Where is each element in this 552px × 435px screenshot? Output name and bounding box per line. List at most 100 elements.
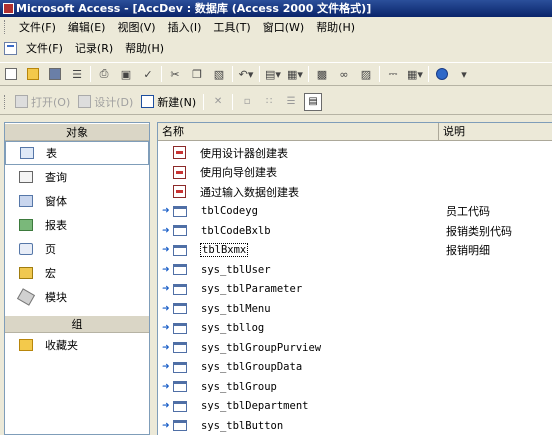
table-name: sys_tblParameter — [201, 283, 303, 296]
table-description: 报销明细 — [446, 244, 490, 258]
table-name: sys_tblButton — [201, 419, 284, 432]
menu-view[interactable]: 视图(V) — [111, 19, 161, 35]
object-label: 表 — [46, 147, 57, 160]
table-name: tblCodeBxlb — [201, 224, 271, 237]
print-icon[interactable]: ⎙ — [95, 65, 113, 83]
column-header-description[interactable]: 说明 — [439, 123, 552, 141]
menu-insert[interactable]: 插入(I) — [162, 19, 208, 35]
table-icon — [173, 303, 187, 315]
linked-table-arrow-icon: ➜ — [162, 401, 170, 412]
object-modules[interactable]: 模块 — [5, 285, 149, 309]
table-row[interactable]: ➜ sys_tblUser — [158, 260, 552, 280]
undo-icon[interactable]: ↶▾ — [237, 65, 255, 83]
toolbar-separator — [232, 93, 234, 110]
menu-edit[interactable]: 编辑(E) — [62, 19, 112, 35]
objects-header[interactable]: 对象 — [5, 123, 149, 141]
script-editor-icon[interactable]: ∞ — [335, 65, 353, 83]
spelling-icon[interactable]: ✓ — [139, 65, 157, 83]
design-icon — [78, 95, 92, 108]
print-preview-icon[interactable]: ▣ — [117, 65, 135, 83]
open-button-label: 打开(O) — [31, 95, 71, 109]
standard-toolbar: ☰ ⎙ ▣ ✓ ✂ ❐ ▧ ↶▾ ▤▾ ▦▾ ▩ ∞ ▨ ⎓ ▦▾ ▾ — [0, 62, 552, 86]
object-label: 页 — [45, 243, 56, 256]
table-row[interactable]: ➜ sys_tbllog — [158, 319, 552, 339]
object-pages[interactable]: 页 — [5, 237, 149, 261]
code-icon[interactable]: ▩ — [313, 65, 331, 83]
office-links-icon[interactable]: ▤▾ — [264, 65, 282, 83]
db-menu-help[interactable]: 帮助(H) — [119, 40, 170, 56]
table-row[interactable]: ➜ sys_tblMenu — [158, 299, 552, 319]
linked-table-arrow-icon: ➜ — [162, 284, 170, 295]
new-icon[interactable] — [2, 65, 20, 83]
table-name: sys_tblDepartment — [201, 400, 309, 413]
open-folder-icon[interactable] — [24, 65, 42, 83]
properties-icon[interactable]: ▨ — [357, 65, 375, 83]
toolbar-separator — [90, 66, 91, 82]
table-row[interactable]: ➜ sys_tblDepartment — [158, 397, 552, 417]
app-menu-bar: 文件(F) 编辑(E) 视图(V) 插入(I) 工具(T) 窗口(W) 帮助(H… — [0, 17, 552, 37]
new-object-icon[interactable]: ▦▾ — [406, 65, 424, 83]
relationships-icon[interactable]: ⎓ — [384, 65, 402, 83]
db-menu-records[interactable]: 记录(R) — [69, 40, 119, 56]
module-icon — [16, 288, 36, 306]
object-queries[interactable]: 查询 — [5, 165, 149, 189]
database-window-body: 对象 表 查询 窗体 报表 页 宏 模块 组 收藏夹 名称 说明 使用设计器创建… — [0, 117, 552, 435]
table-row[interactable]: ➜ tblCodeBxlb 报销类别代码 — [158, 221, 552, 241]
table-row[interactable]: ➜ tblCodeyg 员工代码 — [158, 202, 552, 222]
design-button[interactable]: 设计(D) — [74, 92, 137, 112]
toolbar-separator — [161, 66, 162, 82]
table-name: tblCodeyg — [201, 205, 258, 218]
table-icon — [173, 283, 187, 295]
shortcut-create-design[interactable]: 使用设计器创建表 — [158, 143, 552, 163]
groups-header[interactable]: 组 — [5, 315, 149, 333]
group-favorites[interactable]: 收藏夹 — [5, 333, 149, 357]
cut-icon[interactable]: ✂ — [166, 65, 184, 83]
open-button[interactable]: 打开(O) — [11, 92, 74, 112]
linked-table-arrow-icon: ➜ — [162, 303, 170, 314]
table-icon — [173, 205, 187, 217]
table-row[interactable]: ➜ tblBxmx 报销明细 — [158, 241, 552, 261]
small-icons-view-icon[interactable]: ∷ — [260, 93, 278, 111]
page-icon — [19, 243, 33, 255]
object-reports[interactable]: 报表 — [5, 213, 149, 237]
linked-table-arrow-icon: ➜ — [162, 420, 170, 431]
object-forms[interactable]: 窗体 — [5, 189, 149, 213]
toolbar-options-icon[interactable]: ▾ — [455, 65, 473, 83]
list-view-icon[interactable]: ☰ — [282, 93, 300, 111]
new-button[interactable]: 新建(N) — [137, 92, 200, 112]
table-row[interactable]: ➜ sys_tblGroupData — [158, 358, 552, 378]
column-header-name[interactable]: 名称 — [158, 123, 439, 141]
delete-icon[interactable]: ✕ — [209, 93, 227, 111]
copy-icon[interactable]: ❐ — [188, 65, 206, 83]
table-row[interactable]: ➜ sys_tblGroupPurview — [158, 338, 552, 358]
linked-table-arrow-icon: ➜ — [162, 245, 170, 256]
menu-window[interactable]: 窗口(W) — [257, 19, 310, 35]
table-row[interactable]: ➜ sys_tblButton — [158, 416, 552, 435]
table-name: sys_tblGroupData — [201, 361, 303, 374]
linked-table-arrow-icon: ➜ — [162, 362, 170, 373]
db-menu-file[interactable]: 文件(F) — [20, 40, 69, 56]
file-search-icon[interactable]: ☰ — [68, 65, 86, 83]
large-icons-view-icon[interactable]: ▫ — [238, 93, 256, 111]
save-icon[interactable] — [46, 65, 64, 83]
help-icon[interactable] — [433, 65, 451, 83]
access-app-icon[interactable] — [3, 3, 14, 14]
table-name: sys_tbllog — [201, 322, 265, 335]
table-name: sys_tblUser — [201, 263, 271, 276]
menu-file[interactable]: 文件(F) — [13, 19, 62, 35]
shortcut-create-wizard[interactable]: 使用向导创建表 — [158, 163, 552, 183]
menu-tools[interactable]: 工具(T) — [207, 19, 256, 35]
menu-help[interactable]: 帮助(H) — [310, 19, 361, 35]
table-icon — [173, 225, 187, 237]
table-row[interactable]: ➜ sys_tblGroup — [158, 377, 552, 397]
analyze-icon[interactable]: ▦▾ — [286, 65, 304, 83]
object-tables[interactable]: 表 — [5, 141, 149, 165]
shortcut-create-by-data[interactable]: 通过输入数据创建表 — [158, 182, 552, 202]
menu-grip[interactable] — [4, 20, 7, 34]
toolbar-separator — [428, 66, 429, 82]
database-window-icon[interactable] — [4, 41, 17, 55]
table-row[interactable]: ➜ sys_tblParameter — [158, 280, 552, 300]
details-view-icon[interactable]: ▤ — [304, 92, 323, 111]
object-macros[interactable]: 宏 — [5, 261, 149, 285]
paste-icon[interactable]: ▧ — [210, 65, 228, 83]
